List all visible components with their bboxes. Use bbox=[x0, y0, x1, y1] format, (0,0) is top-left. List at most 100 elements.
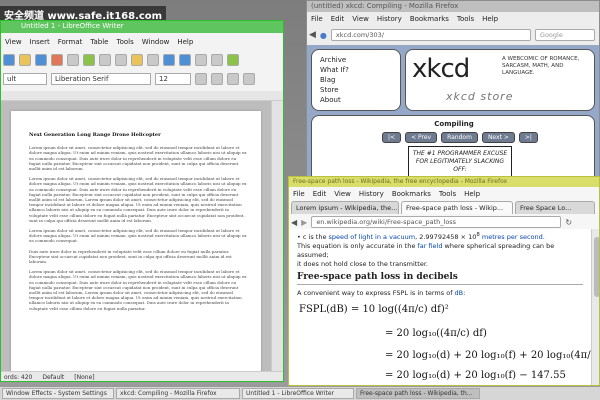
writer-standard-toolbar bbox=[3, 51, 283, 69]
xkcd-nav-box: Archive What If? Blag Store About bbox=[311, 49, 401, 111]
font-name-select[interactable]: Liberation Serif bbox=[51, 73, 151, 85]
menu-tools[interactable]: Tools bbox=[439, 190, 456, 198]
menu-tools[interactable]: Tools bbox=[457, 15, 474, 23]
scrollbar-thumb[interactable] bbox=[594, 237, 599, 297]
copy-icon[interactable] bbox=[115, 54, 127, 66]
menu-file[interactable]: File bbox=[293, 190, 305, 198]
bullet-speed-of-light: • c is the speed of light in a vacuum, 2… bbox=[297, 232, 545, 242]
back-icon[interactable]: ◀ bbox=[291, 218, 297, 227]
redo-icon[interactable] bbox=[179, 54, 191, 66]
writer-window: Untitled 1 - LibreOffice Writer View Ins… bbox=[0, 20, 284, 382]
wiki-tab-strip: Lorem ipsum - Wikipedia, the... Free-spa… bbox=[291, 200, 599, 214]
horizontal-ruler[interactable] bbox=[1, 91, 283, 101]
tab-lorem-ipsum[interactable]: Lorem ipsum - Wikipedia, the... bbox=[291, 201, 399, 214]
menu-help[interactable]: Help bbox=[464, 190, 480, 198]
comic-panel: THE #1 PROGRAMMER EXCUSE FOR LEGITIMATEL… bbox=[408, 146, 512, 179]
align-left-icon[interactable] bbox=[243, 73, 255, 85]
save-icon[interactable] bbox=[35, 54, 47, 66]
wiki-vertical-scrollbar[interactable] bbox=[591, 229, 599, 385]
tab-free-space-path-loss[interactable]: Free-space path loss - Wikip... bbox=[401, 201, 513, 214]
menu-file[interactable]: File bbox=[311, 15, 323, 23]
undo-icon[interactable] bbox=[163, 54, 175, 66]
task-libreoffice-writer[interactable]: Untitled 1 - LibreOffice Writer bbox=[242, 388, 354, 399]
paste-icon[interactable] bbox=[131, 54, 143, 66]
find-replace-icon[interactable] bbox=[195, 54, 207, 66]
link-metres-per-second[interactable]: metres per second. bbox=[480, 233, 545, 241]
wiki-article: • c is the speed of light in a vacuum, 2… bbox=[289, 229, 599, 385]
menu-edit[interactable]: Edit bbox=[313, 190, 327, 198]
menu-insert[interactable]: Insert bbox=[30, 38, 50, 46]
wiki-window-title[interactable]: Free-space path loss - Wikipedia, the fr… bbox=[289, 177, 599, 187]
back-icon[interactable]: ◀ bbox=[309, 30, 316, 40]
writer-title-bar[interactable]: Untitled 1 - LibreOffice Writer bbox=[1, 21, 283, 33]
writer-formatting-toolbar: ult Liberation Serif 12 bbox=[3, 71, 283, 87]
underline-icon[interactable] bbox=[227, 73, 239, 85]
wiki-url-bar[interactable]: en.wikipedia.org/wiki/Free-space_path_lo… bbox=[311, 216, 562, 228]
menu-history[interactable]: History bbox=[359, 190, 384, 198]
random-comic-button[interactable]: Random bbox=[441, 132, 478, 143]
link-db[interactable]: dB bbox=[455, 289, 464, 297]
paragraph-style-select[interactable]: ult bbox=[3, 73, 47, 85]
nav-link-what-if[interactable]: What If? bbox=[320, 65, 392, 75]
xkcd-page: Archive What If? Blag Store About xkcd A… bbox=[307, 45, 599, 179]
xkcd-url-bar[interactable]: xkcd.com/303/ bbox=[330, 29, 531, 41]
bold-icon[interactable] bbox=[195, 73, 207, 85]
menu-bookmarks[interactable]: Bookmarks bbox=[410, 15, 449, 23]
menu-history[interactable]: History bbox=[377, 15, 402, 23]
reload-icon[interactable]: ↻ bbox=[565, 218, 572, 227]
wikipedia-firefox-window: Free-space path loss - Wikipedia, the fr… bbox=[288, 176, 600, 386]
insert-table-icon[interactable] bbox=[211, 54, 223, 66]
writer-vertical-scrollbar[interactable] bbox=[271, 101, 283, 371]
last-comic-button[interactable]: >| bbox=[518, 132, 538, 143]
nav-link-blag[interactable]: Blag bbox=[320, 75, 392, 85]
document-paragraph: Lorem ipsum dolor sit amet, consectetur … bbox=[29, 145, 247, 172]
spellcheck-icon[interactable] bbox=[83, 54, 95, 66]
new-document-icon[interactable] bbox=[3, 54, 15, 66]
task-system-settings[interactable]: Window Effects - System Settings bbox=[2, 388, 114, 399]
link-far-field[interactable]: far field bbox=[417, 242, 442, 250]
nav-link-archive[interactable]: Archive bbox=[320, 55, 392, 65]
font-size-select[interactable]: 12 bbox=[155, 73, 191, 85]
menu-edit[interactable]: Edit bbox=[331, 15, 345, 23]
menu-format[interactable]: Format bbox=[58, 38, 83, 46]
export-pdf-icon[interactable] bbox=[51, 54, 63, 66]
menu-window[interactable]: Window bbox=[142, 38, 170, 46]
document-paragraph: Lorem ipsum dolor sit amet, consectetur … bbox=[29, 176, 247, 223]
search-box[interactable]: Google bbox=[534, 29, 595, 41]
menu-help[interactable]: Help bbox=[177, 38, 193, 46]
print-icon[interactable] bbox=[67, 54, 79, 66]
clone-format-icon[interactable] bbox=[147, 54, 159, 66]
section-heading: Free-space path loss in decibels bbox=[297, 273, 583, 286]
menu-help[interactable]: Help bbox=[482, 15, 498, 23]
document-paragraph: Lorem ipsum dolor sit amet, consectetur … bbox=[29, 269, 247, 311]
insert-image-icon[interactable] bbox=[227, 54, 239, 66]
first-comic-button[interactable]: |< bbox=[382, 132, 402, 143]
menu-view[interactable]: View bbox=[5, 38, 22, 46]
prev-comic-button[interactable]: < Prev bbox=[405, 132, 438, 143]
document-page[interactable]: Next Generation Long Range Drone Helicop… bbox=[11, 111, 261, 381]
link-speed-of-light[interactable]: speed of light in a vacuum bbox=[329, 233, 416, 241]
task-wikipedia-firefox[interactable]: Free-space path loss - Wikipedia, th... bbox=[356, 388, 480, 399]
italic-icon[interactable] bbox=[211, 73, 223, 85]
task-xkcd-firefox[interactable]: xkcd: Compiling - Mozilla Firefox bbox=[116, 388, 240, 399]
comic-nav-buttons: |< < Prev Random Next > >| bbox=[382, 132, 538, 143]
menu-tools[interactable]: Tools bbox=[116, 38, 133, 46]
forward-icon[interactable]: ▶ bbox=[301, 218, 307, 227]
nav-link-about[interactable]: About bbox=[320, 95, 392, 105]
menu-view[interactable]: View bbox=[352, 15, 369, 23]
xkcd-store-banner[interactable]: xkcd store bbox=[446, 90, 513, 103]
cut-icon[interactable] bbox=[99, 54, 111, 66]
menu-bookmarks[interactable]: Bookmarks bbox=[392, 190, 431, 198]
equation-line-2: = 20 log₁₀((4π/c) df) bbox=[385, 328, 487, 339]
equation-line-3: = 20 log₁₀(d) + 20 log₁₀(f) + 20 log₁₀(4… bbox=[385, 350, 600, 361]
menu-table[interactable]: Table bbox=[90, 38, 108, 46]
next-comic-button[interactable]: Next > bbox=[481, 132, 515, 143]
xkcd-window-title[interactable]: (untitled) xkcd: Compiling - Mozilla Fir… bbox=[307, 1, 599, 12]
equation-line-4: = 20 log₁₀(d) + 20 log₁₀(f) − 147.55 bbox=[385, 370, 566, 381]
tab-free-space-loss[interactable]: Free Space Lo... bbox=[515, 201, 595, 214]
xkcd-logo[interactable]: xkcd bbox=[412, 54, 470, 84]
open-folder-icon[interactable] bbox=[19, 54, 31, 66]
menu-view[interactable]: View bbox=[334, 190, 351, 198]
nav-link-store[interactable]: Store bbox=[320, 85, 392, 95]
xkcd-navigation-bar: ◀ ● xkcd.com/303/ Google bbox=[309, 27, 599, 43]
